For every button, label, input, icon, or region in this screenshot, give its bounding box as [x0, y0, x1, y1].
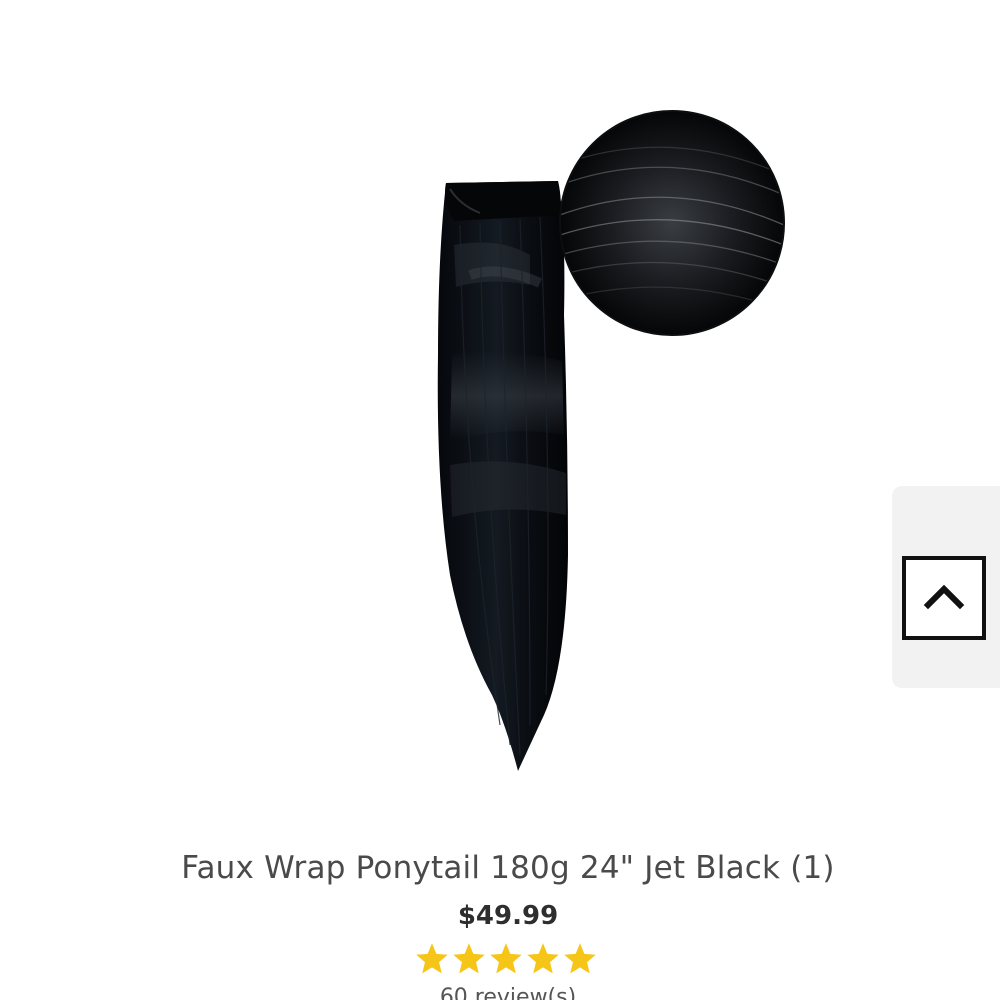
chevron-up-icon — [922, 581, 966, 615]
ponytail-image — [437, 110, 785, 771]
star-icon — [453, 943, 485, 974]
rating-stars[interactable] — [414, 941, 600, 981]
review-count[interactable]: 60 review(s) — [0, 985, 1000, 1000]
star-icon — [564, 943, 596, 974]
star-icon — [416, 943, 448, 974]
product-title[interactable]: Faux Wrap Ponytail 180g 24" Jet Black (1… — [0, 850, 1000, 886]
star-icon — [490, 943, 522, 974]
star-icon — [527, 943, 559, 974]
product-image[interactable] — [380, 105, 800, 785]
product-page: Faux Wrap Ponytail 180g 24" Jet Black (1… — [0, 0, 1000, 1000]
scroll-to-top-button[interactable] — [902, 556, 986, 640]
product-price: $49.99 — [457, 901, 559, 931]
